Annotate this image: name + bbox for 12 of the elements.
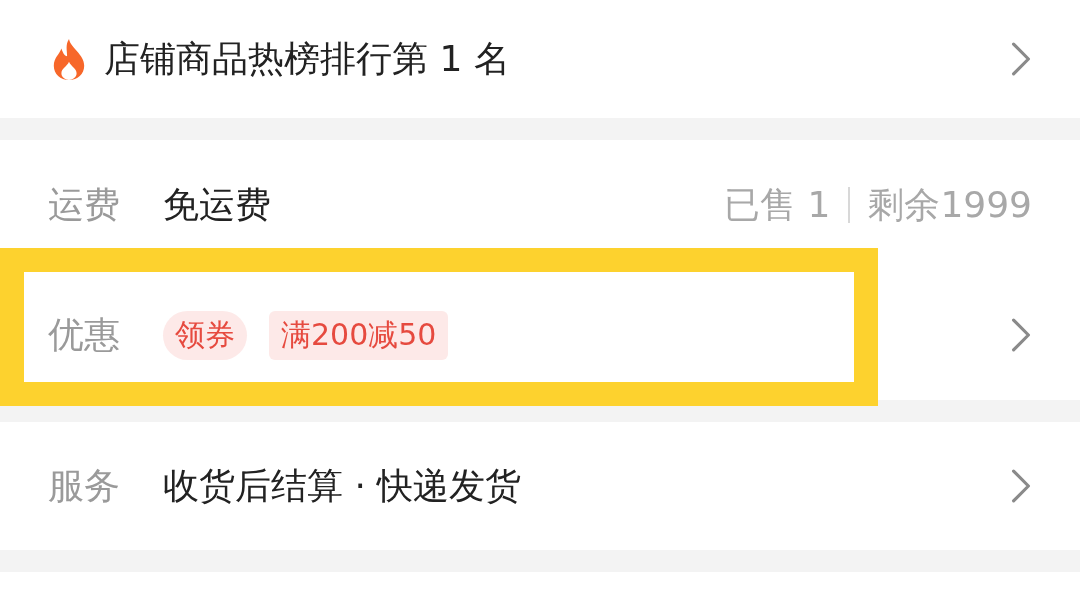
row-label: 运费 <box>48 182 121 227</box>
sold-count: 已售 1 <box>724 182 831 227</box>
discount-tag: 满200减50 <box>269 310 449 360</box>
row-label: 服务 <box>48 463 121 508</box>
stock-count: 剩余1999 <box>868 182 1032 227</box>
row-value: 收货后结算 · 快递发货 <box>163 463 522 508</box>
row-label: 优惠 <box>48 312 121 357</box>
row-value: 免运费 <box>163 182 271 227</box>
hot-rank-text: 店铺商品热榜排行第 1 名 <box>104 36 510 81</box>
detail-row[interactable]: 服务 收货后结算 · 快递发货 <box>0 422 1080 550</box>
hot-rank-row[interactable]: 店铺商品热榜排行第 1 名 <box>0 0 1080 118</box>
coupon-tag: 领券 <box>163 310 247 360</box>
